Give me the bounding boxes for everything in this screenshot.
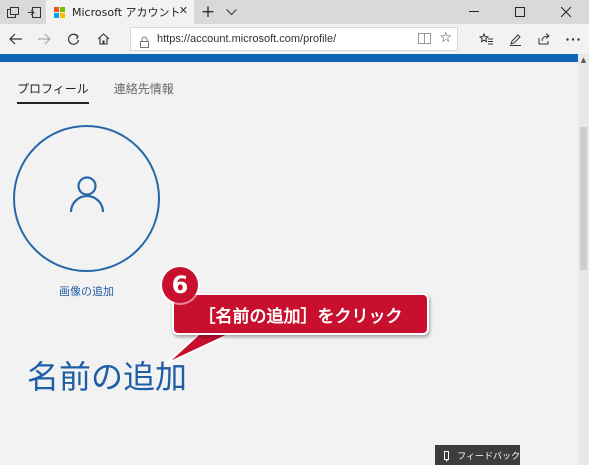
close-window-icon[interactable] xyxy=(543,0,589,24)
set-tabs-aside-icon[interactable] xyxy=(25,0,43,24)
tab-strip: Microsoft アカウント | 自分 ✕ + xyxy=(0,0,589,24)
minimize-icon[interactable] xyxy=(451,0,497,24)
navigation-bar: https://account.microsoft.com/profile/ ☆ xyxy=(0,24,589,54)
home-icon[interactable] xyxy=(89,24,117,54)
url-text: https://account.microsoft.com/profile/ xyxy=(157,33,337,45)
more-options-icon[interactable] xyxy=(559,24,587,54)
feedback-button[interactable]: フィードバック xyxy=(435,445,520,465)
instruction-callout: ［名前の追加］をクリック xyxy=(172,293,429,335)
profile-page: プロフィール 連絡先情報 画像の追加 名前の追加 ［名前の追加］をクリック 6 … xyxy=(0,62,578,465)
close-tab-icon[interactable]: ✕ xyxy=(179,4,188,17)
site-header-bar xyxy=(0,54,578,62)
new-tab-icon[interactable]: + xyxy=(198,0,218,24)
step-number-badge: 6 xyxy=(162,267,198,303)
scrollbar-thumb[interactable] xyxy=(580,127,587,270)
back-arrow-icon[interactable] xyxy=(2,24,30,54)
scroll-up-icon[interactable]: ▲ xyxy=(578,56,589,65)
tab-title: Microsoft アカウント | 自分 xyxy=(72,6,182,19)
refresh-icon[interactable] xyxy=(59,24,87,54)
pen-notes-icon[interactable] xyxy=(501,24,529,54)
reading-view-icon[interactable] xyxy=(418,33,431,44)
favorites-hub-icon[interactable] xyxy=(472,24,500,54)
feedback-icon xyxy=(444,450,450,462)
tab-actions-icon[interactable] xyxy=(4,0,22,24)
microsoft-logo-icon xyxy=(54,6,65,18)
share-icon[interactable] xyxy=(530,24,558,54)
lock-icon xyxy=(140,33,149,48)
instruction-text: ［名前の追加］をクリック xyxy=(198,306,403,327)
vertical-scrollbar[interactable]: ▲ xyxy=(578,54,589,465)
chevron-down-icon[interactable] xyxy=(222,0,240,24)
browser-tab[interactable]: Microsoft アカウント | 自分 ✕ xyxy=(46,0,194,24)
feedback-label: フィードバック xyxy=(457,451,520,462)
forward-arrow-icon[interactable] xyxy=(30,24,58,54)
maximize-icon[interactable] xyxy=(497,0,543,24)
favorite-star-icon[interactable]: ☆ xyxy=(439,30,452,46)
address-bar[interactable]: https://account.microsoft.com/profile/ ☆ xyxy=(130,27,458,51)
